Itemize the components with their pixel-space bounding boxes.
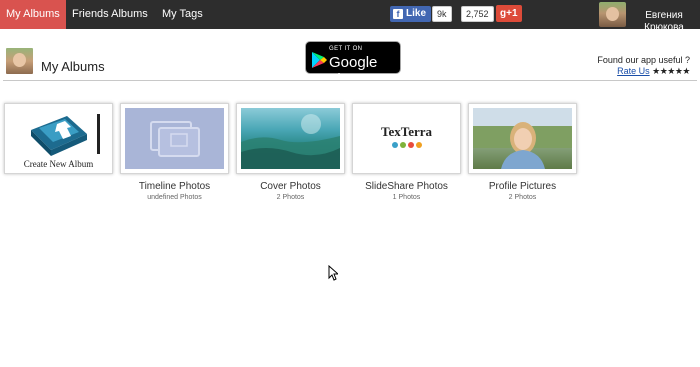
album-title[interactable]: Cover Photos bbox=[236, 181, 345, 192]
album-thumbnail: Create New Album bbox=[9, 108, 108, 169]
album-cover-photos[interactable]: Cover Photos 2 Photos bbox=[236, 103, 345, 201]
gplay-caption: GET IT ON bbox=[329, 46, 363, 52]
album-title[interactable]: SlideShare Photos bbox=[352, 181, 461, 192]
tab-my-albums[interactable]: My Albums bbox=[0, 0, 66, 29]
album-thumbnail bbox=[241, 108, 340, 169]
top-nav-bar: My Albums Friends Albums My Tags f Like … bbox=[0, 0, 700, 33]
google-plus-button[interactable]: g+1 bbox=[496, 5, 522, 22]
album-frame: TexTerra bbox=[352, 103, 461, 174]
facebook-like-count: 9k bbox=[432, 6, 452, 22]
rate-us-link[interactable]: Rate Us bbox=[617, 66, 650, 76]
album-photo-count: 1 Photos bbox=[392, 194, 421, 201]
album-title[interactable]: Profile Pictures bbox=[468, 181, 577, 192]
facebook-like-button[interactable]: f Like bbox=[390, 6, 432, 22]
album-thumbnail: TexTerra bbox=[357, 108, 456, 169]
rating-stars[interactable]: ★★★★★ bbox=[652, 66, 690, 76]
album-photo-count: 2 Photos bbox=[508, 194, 537, 201]
album-frame: Create New Album bbox=[4, 103, 113, 174]
cover-photo-image bbox=[241, 114, 340, 169]
google-play-icon bbox=[312, 52, 327, 68]
album-frame bbox=[236, 103, 345, 174]
texterra-logo: TexTerra bbox=[380, 124, 433, 139]
google-plus-label: +1 bbox=[506, 8, 518, 19]
album-create-new[interactable]: Create New Album bbox=[4, 103, 113, 174]
google-play-badge[interactable]: GET IT ON Google play bbox=[305, 41, 401, 88]
tab-my-tags[interactable]: My Tags bbox=[156, 0, 209, 29]
tab-friends-albums[interactable]: Friends Albums bbox=[66, 0, 154, 29]
logo-dots bbox=[357, 139, 456, 151]
create-album-label: Create New Album bbox=[23, 159, 94, 169]
mouse-cursor-icon bbox=[328, 265, 338, 281]
album-photo-count: undefined Photos bbox=[147, 194, 202, 201]
user-avatar[interactable] bbox=[599, 2, 626, 27]
header-divider bbox=[3, 80, 697, 81]
rate-prompt: Found our app useful ? Rate Us ★★★★★ bbox=[597, 55, 690, 77]
album-slideshare-photos[interactable]: TexTerra SlideShare Photos 1 Photos bbox=[352, 103, 461, 201]
facebook-like-label: Like bbox=[406, 8, 427, 19]
album-frame bbox=[120, 103, 229, 174]
album-photo-count: 2 Photos bbox=[276, 194, 305, 201]
gplay-title: Google play bbox=[329, 54, 378, 88]
facebook-icon: f bbox=[393, 9, 403, 19]
album-timeline-photos[interactable]: Timeline Photos undefined Photos bbox=[120, 103, 229, 201]
album-frame bbox=[468, 103, 577, 174]
page-avatar bbox=[6, 48, 33, 74]
album-title[interactable]: Timeline Photos bbox=[120, 181, 229, 192]
album-thumbnail bbox=[473, 108, 572, 169]
profile-photo-image bbox=[473, 108, 572, 169]
album-profile-pictures[interactable]: Profile Pictures 2 Photos bbox=[468, 103, 577, 201]
album-thumbnail bbox=[125, 108, 224, 169]
page-title: My Albums bbox=[41, 59, 105, 74]
photos-stack-icon bbox=[150, 121, 200, 157]
share-count: 2,752 bbox=[461, 6, 494, 22]
found-useful-text: Found our app useful ? bbox=[597, 55, 690, 65]
user-name[interactable]: Евгения Крюкова bbox=[634, 10, 694, 34]
